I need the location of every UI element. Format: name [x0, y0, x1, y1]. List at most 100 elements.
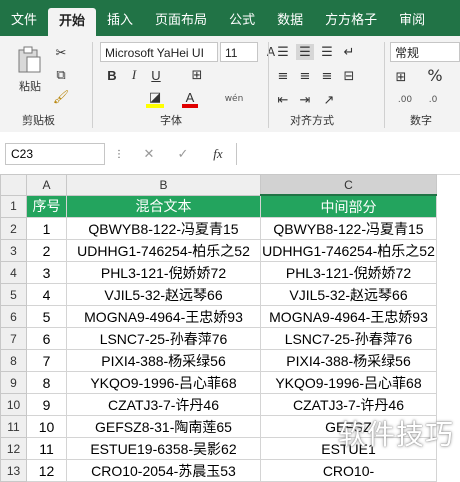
cell[interactable]: 1: [26, 217, 67, 240]
cell[interactable]: UDHHG1-746254-柏乐之52: [260, 239, 437, 262]
cell[interactable]: CRO10-2054-苏晨玉53: [66, 459, 261, 482]
cell[interactable]: 9: [26, 393, 67, 416]
select-all-corner[interactable]: [0, 174, 27, 196]
cell[interactable]: GEFSZ8-31-陶南莲65: [66, 415, 261, 438]
insert-function-button[interactable]: fx: [208, 145, 228, 163]
cell[interactable]: UDHHG1-746254-柏乐之52: [66, 239, 261, 262]
merge-center-icon[interactable]: ⊟: [340, 68, 358, 84]
cell[interactable]: PIXI4-388-杨采绿56: [66, 349, 261, 372]
bold-button[interactable]: B: [104, 66, 120, 84]
align-left-icon[interactable]: ≡: [274, 68, 292, 84]
currency-icon[interactable]: ⊞: [392, 68, 410, 86]
decrease-indent-icon[interactable]: ⇤: [274, 92, 292, 108]
row-header[interactable]: 9: [0, 371, 27, 394]
align-center-icon[interactable]: ≡: [296, 68, 314, 84]
percent-button[interactable]: %: [426, 66, 444, 85]
underline-button[interactable]: U: [148, 66, 164, 84]
cell[interactable]: PHL3-121-倪娇娇72: [66, 261, 261, 284]
cell[interactable]: PIXI4-388-杨采绿56: [260, 349, 437, 372]
tab-home[interactable]: 开始: [48, 8, 97, 36]
cell[interactable]: LSNC7-25-孙春萍76: [260, 327, 437, 350]
row-header[interactable]: 5: [0, 283, 27, 306]
row-header[interactable]: 7: [0, 327, 27, 350]
row-header[interactable]: 13: [0, 459, 27, 482]
cell[interactable]: MOGNA9-4964-王忠娇93: [66, 305, 261, 328]
formula-input[interactable]: [236, 143, 460, 165]
copy-icon[interactable]: ⧉: [52, 66, 70, 84]
font-color-button[interactable]: A: [182, 90, 198, 108]
table-row: 7 6 LSNC7-25-孙春萍76 LSNC7-25-孙春萍76: [0, 327, 437, 350]
row-header[interactable]: 8: [0, 349, 27, 372]
paste-button-label[interactable]: 粘贴: [14, 78, 46, 94]
row-header[interactable]: 2: [0, 217, 27, 240]
cell[interactable]: 6: [26, 327, 67, 350]
row-header[interactable]: 11: [0, 415, 27, 438]
tab-page-layout[interactable]: 页面布局: [144, 6, 218, 36]
row-header[interactable]: 10: [0, 393, 27, 416]
cell[interactable]: LSNC7-25-孙春萍76: [66, 327, 261, 350]
row-header[interactable]: 12: [0, 437, 27, 460]
column-header-c[interactable]: C: [260, 174, 437, 196]
tab-insert[interactable]: 插入: [96, 6, 144, 36]
cell[interactable]: 4: [26, 283, 67, 306]
cell[interactable]: VJIL5-32-赵远琴66: [66, 283, 261, 306]
phonetic-button[interactable]: wén: [222, 90, 246, 108]
align-bottom-icon[interactable]: ☰: [318, 44, 336, 60]
cell[interactable]: MOGNA9-4964-王忠娇93: [260, 305, 437, 328]
cell[interactable]: 序号: [26, 194, 67, 218]
orientation-icon[interactable]: ↗: [320, 92, 338, 108]
cell[interactable]: PHL3-121-倪娇娇72: [260, 261, 437, 284]
decrease-decimal-icon[interactable]: .0: [422, 92, 444, 108]
font-name-select[interactable]: Microsoft YaHei UI: [100, 42, 218, 62]
paste-icon[interactable]: [14, 44, 44, 76]
increase-decimal-icon[interactable]: .00: [394, 92, 416, 108]
number-format-select[interactable]: 常规: [390, 42, 460, 62]
row-header[interactable]: 3: [0, 239, 27, 262]
cell[interactable]: 中间部分: [260, 194, 437, 218]
borders-icon[interactable]: ⊞: [188, 66, 206, 84]
tab-formulas[interactable]: 公式: [218, 6, 266, 36]
align-right-icon[interactable]: ≡: [318, 68, 336, 84]
cell[interactable]: 2: [26, 239, 67, 262]
cell[interactable]: QBWYB8-122-冯夏青15: [66, 217, 261, 240]
tab-fangfang[interactable]: 方方格子: [314, 6, 388, 36]
row-header[interactable]: 4: [0, 261, 27, 284]
enter-button[interactable]: ✓: [174, 145, 192, 163]
tab-review[interactable]: 审阅: [388, 6, 436, 36]
cell[interactable]: YKQO9-1996-吕心菲68: [66, 371, 261, 394]
column-header-a[interactable]: A: [26, 174, 67, 196]
align-top-icon[interactable]: ☰: [274, 44, 292, 60]
wrap-text-icon[interactable]: ↵: [340, 44, 358, 60]
cell[interactable]: 8: [26, 371, 67, 394]
cell[interactable]: 5: [26, 305, 67, 328]
cancel-button[interactable]: ✕: [140, 145, 158, 163]
font-size-select[interactable]: 11: [220, 42, 258, 62]
cell[interactable]: 7: [26, 349, 67, 372]
cell[interactable]: VJIL5-32-赵远琴66: [260, 283, 437, 306]
tab-file[interactable]: 文件: [0, 6, 48, 36]
name-box[interactable]: C23: [5, 143, 105, 165]
cut-icon[interactable]: ✂: [52, 44, 70, 62]
cell[interactable]: 11: [26, 437, 67, 460]
row-header[interactable]: 1: [0, 194, 27, 218]
cell[interactable]: QBWYB8-122-冯夏青15: [260, 217, 437, 240]
cell[interactable]: 混合文本: [66, 194, 261, 218]
cell[interactable]: 12: [26, 459, 67, 482]
column-header-b[interactable]: B: [66, 174, 261, 196]
align-middle-icon[interactable]: ☰: [296, 44, 314, 60]
table-row: 6 5 MOGNA9-4964-王忠娇93 MOGNA9-4964-王忠娇93: [0, 305, 437, 328]
divider: [92, 42, 93, 128]
cell[interactable]: ESTUE19-6358-吴影62: [66, 437, 261, 460]
tab-data[interactable]: 数据: [266, 6, 314, 36]
cell[interactable]: CZATJ3-7-许丹46: [66, 393, 261, 416]
increase-indent-icon[interactable]: ⇥: [296, 92, 314, 108]
italic-button[interactable]: I: [126, 66, 142, 84]
cell[interactable]: 10: [26, 415, 67, 438]
cell[interactable]: 3: [26, 261, 67, 284]
row-header[interactable]: 6: [0, 305, 27, 328]
cell[interactable]: YKQO9-1996-吕心菲68: [260, 371, 437, 394]
cell[interactable]: CRO10-: [260, 459, 437, 482]
clipboard-group-label: 剪贴板: [22, 114, 55, 127]
format-painter-icon[interactable]: 🖌: [52, 88, 70, 106]
fill-color-icon[interactable]: ◪: [146, 90, 164, 108]
